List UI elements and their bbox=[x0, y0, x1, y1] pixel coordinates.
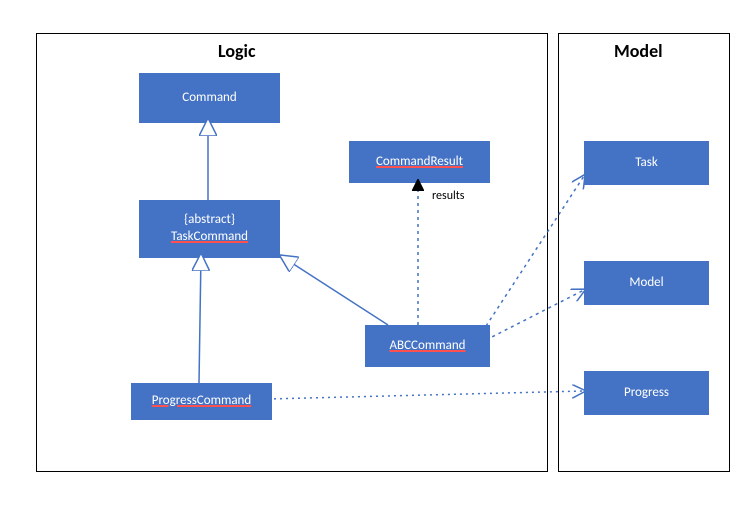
class-progress-command: ProgressCommand bbox=[131, 383, 272, 420]
class-model-label: Model bbox=[629, 275, 663, 292]
class-task-label: Task bbox=[635, 155, 658, 172]
class-progress-command-label: ProgressCommand bbox=[152, 393, 251, 410]
class-command-result: CommandResult bbox=[349, 141, 490, 183]
package-model-title: Model bbox=[614, 40, 663, 62]
class-progress-label: Progress bbox=[624, 385, 669, 402]
class-abc-command: ABCCommand bbox=[365, 325, 490, 367]
package-logic bbox=[36, 33, 548, 472]
class-task-command-label: TaskCommand bbox=[171, 229, 248, 246]
package-logic-title: Logic bbox=[218, 40, 256, 62]
class-command: Command bbox=[139, 73, 280, 123]
class-task: Task bbox=[584, 141, 709, 185]
class-command-result-label: CommandResult bbox=[376, 154, 463, 171]
class-command-label: Command bbox=[182, 90, 236, 107]
class-abc-command-label: ABCCommand bbox=[390, 338, 466, 355]
class-model: Model bbox=[584, 261, 709, 305]
class-task-command: {abstract} TaskCommand bbox=[139, 200, 280, 258]
class-progress: Progress bbox=[584, 371, 709, 415]
class-task-command-stereo: {abstract} bbox=[184, 212, 235, 229]
edge-label-results: results bbox=[432, 189, 464, 203]
